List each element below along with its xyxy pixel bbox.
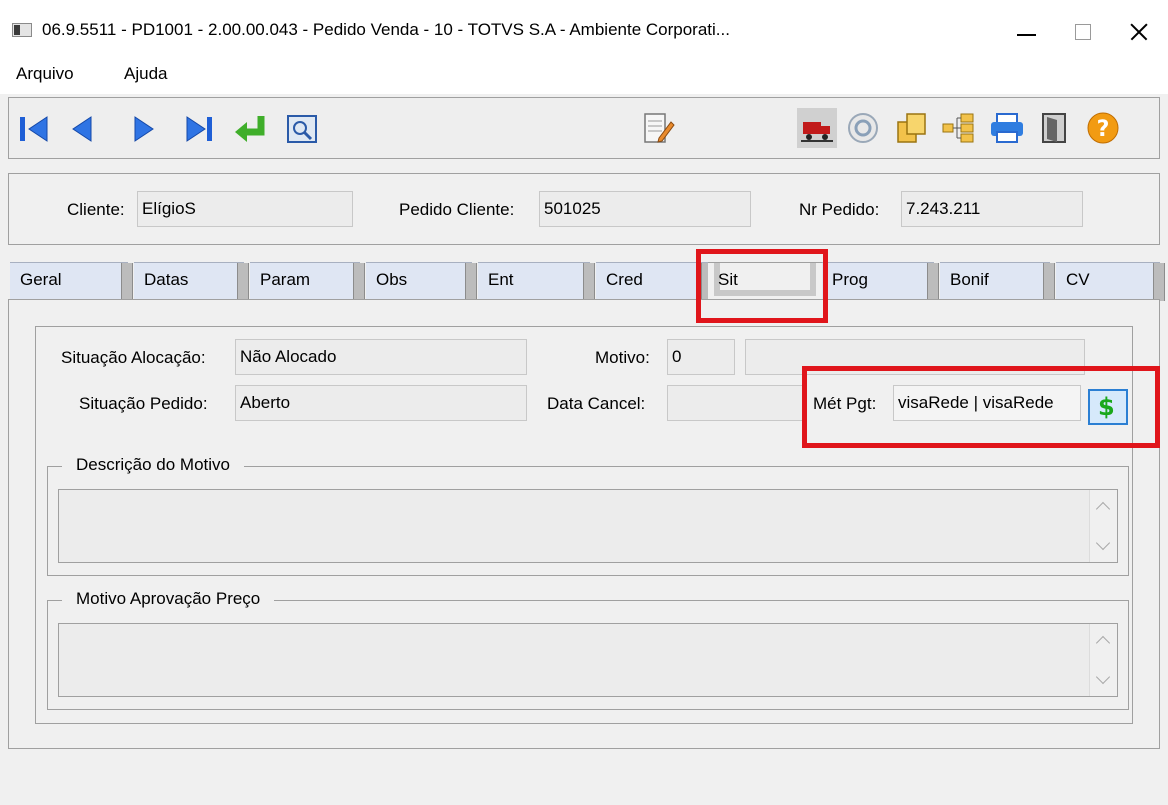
tab-cv[interactable]: CV: [1056, 262, 1165, 301]
scroll-down-icon[interactable]: [1095, 535, 1111, 551]
motivo-aprovacao-group: Motivo Aprovação Preço: [47, 589, 1129, 710]
pedido-cliente-label: Pedido Cliente:: [399, 200, 515, 219]
help-icon[interactable]: ?: [1083, 108, 1123, 148]
tab-label: Datas: [144, 270, 189, 289]
pedido-cliente-field[interactable]: 501025: [539, 191, 751, 227]
motivo-code-field[interactable]: 0: [667, 339, 735, 375]
minimize-button[interactable]: [1004, 14, 1050, 50]
tab-bar: Geral Datas Param Obs Ent Cred Sit Prog …: [10, 262, 1165, 301]
tab-datas[interactable]: Datas: [134, 262, 249, 301]
maximize-button[interactable]: [1060, 14, 1106, 50]
scroll-down-icon[interactable]: [1095, 669, 1111, 685]
cliente-label: Cliente:: [67, 200, 125, 219]
tab-param[interactable]: Param: [250, 262, 365, 301]
status-bar: [0, 760, 1168, 805]
search-icon[interactable]: [283, 108, 323, 148]
motivo-aprovacao-textarea[interactable]: [58, 623, 1118, 697]
data-cancel-field[interactable]: [667, 385, 803, 421]
situacao-alocacao-label: Situação Alocação:: [61, 348, 206, 367]
title-bar: 06.9.5511 - PD1001 - 2.00.00.043 - Pedid…: [0, 0, 1168, 60]
tab-label: Obs: [376, 270, 408, 289]
tab-label: Param: [260, 270, 311, 289]
descricao-motivo-group: Descrição do Motivo: [47, 455, 1129, 576]
print-icon[interactable]: [987, 108, 1027, 148]
previous-record-icon[interactable]: [63, 108, 103, 148]
tab-ent[interactable]: Ent: [478, 262, 595, 301]
tab-prog[interactable]: Prog: [822, 262, 939, 301]
highlight-sit-tab: [696, 249, 828, 323]
exit-icon[interactable]: [1035, 108, 1075, 148]
menu-arquivo[interactable]: Arquivo: [16, 64, 74, 84]
tab-geral[interactable]: Geral: [10, 262, 133, 301]
header-panel: Cliente: ElígioS Pedido Cliente: 501025 …: [8, 173, 1160, 245]
zoom-icon[interactable]: [843, 108, 883, 148]
cliente-field[interactable]: ElígioS: [137, 191, 353, 227]
scroll-up-icon[interactable]: [1095, 635, 1111, 651]
situacao-pedido-label: Situação Pedido:: [79, 394, 208, 413]
tab-label: Bonif: [950, 270, 989, 289]
scrollbar[interactable]: [1089, 490, 1117, 562]
data-cancel-label: Data Cancel:: [547, 394, 646, 413]
scroll-up-icon[interactable]: [1095, 501, 1111, 517]
truck-icon[interactable]: [797, 108, 837, 148]
scrollbar[interactable]: [1089, 624, 1117, 696]
situacao-alocacao-field[interactable]: Não Alocado: [235, 339, 527, 375]
tree-icon[interactable]: [939, 108, 979, 148]
tab-label: Cred: [606, 270, 643, 289]
tab-obs[interactable]: Obs: [366, 262, 477, 301]
first-record-icon[interactable]: [15, 108, 55, 148]
menu-ajuda[interactable]: Ajuda: [124, 64, 167, 84]
tab-bonif[interactable]: Bonif: [940, 262, 1055, 301]
descricao-motivo-textarea[interactable]: [58, 489, 1118, 563]
tab-label: CV: [1066, 270, 1090, 289]
close-button[interactable]: [1116, 14, 1162, 50]
tab-cred[interactable]: Cred: [596, 262, 713, 301]
tab-label: Prog: [832, 270, 868, 289]
tab-label: Ent: [488, 270, 514, 289]
toolbar: ?: [8, 97, 1160, 159]
app-icon[interactable]: [12, 23, 32, 37]
svg-text:?: ?: [1097, 117, 1110, 142]
motivo-aprovacao-title: Motivo Aprovação Preço: [62, 589, 275, 609]
window-title: 06.9.5511 - PD1001 - 2.00.00.043 - Pedid…: [42, 20, 730, 39]
situacao-pedido-field[interactable]: Aberto: [235, 385, 527, 421]
nr-pedido-field[interactable]: 7.243.211: [901, 191, 1083, 227]
menu-bar: Arquivo Ajuda: [0, 60, 1168, 94]
notepad-icon[interactable]: [637, 108, 677, 148]
tab-label: Geral: [20, 270, 62, 289]
goto-icon[interactable]: [231, 108, 271, 148]
highlight-met-pgt: [802, 366, 1160, 448]
motivo-label: Motivo:: [595, 348, 650, 367]
descricao-motivo-title: Descrição do Motivo: [62, 455, 245, 475]
copy-icon[interactable]: [893, 108, 933, 148]
nr-pedido-label: Nr Pedido:: [799, 200, 880, 219]
last-record-icon[interactable]: [179, 108, 219, 148]
next-record-icon[interactable]: [123, 108, 163, 148]
